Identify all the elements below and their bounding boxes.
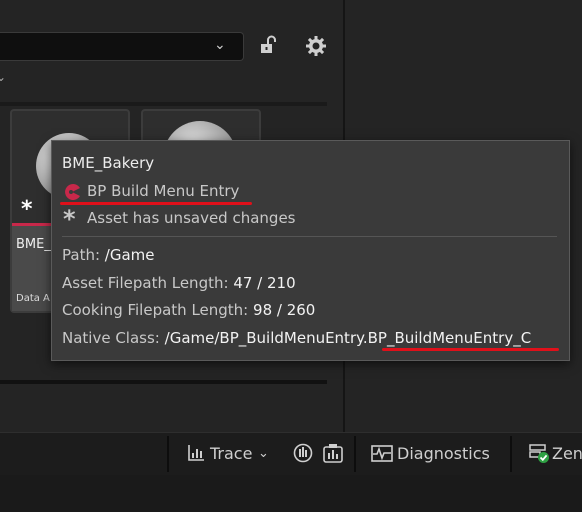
tooltip-asset-length-row: Asset Filepath Length: 47 / 210: [62, 274, 296, 292]
trace-button[interactable]: Trace: [210, 444, 252, 463]
collapse-arrow-icon[interactable]: ⌄: [0, 70, 6, 84]
zen-server-icon[interactable]: [528, 442, 550, 464]
tooltip-unsaved-text: Asset has unsaved changes: [87, 209, 296, 227]
screenshot-icon[interactable]: [322, 442, 344, 464]
diagnostics-button[interactable]: Diagnostics: [397, 444, 490, 463]
lock-open-icon[interactable]: [258, 35, 278, 55]
trace-icon[interactable]: [187, 444, 205, 462]
tooltip-cooking-length-row: Cooking Filepath Length: 98 / 260: [62, 301, 315, 319]
cooking-length-label: Cooking Filepath Length:: [62, 301, 249, 319]
cooking-length-value: 98 / 260: [253, 301, 316, 319]
asset-length-label: Asset Filepath Length:: [62, 274, 229, 292]
insights-icon[interactable]: [293, 443, 313, 463]
native-class-label: Native Class:: [62, 329, 160, 347]
tooltip-title: BME_Bakery: [62, 154, 155, 172]
highlight-underline: [382, 348, 559, 351]
status-separator: [354, 436, 356, 472]
asset-length-value: 47 / 210: [233, 274, 296, 292]
unsaved-star-icon: *: [63, 205, 76, 233]
chevron-down-icon[interactable]: ⌄: [258, 446, 269, 461]
unsaved-marker: *: [21, 197, 33, 222]
status-bar: [0, 432, 582, 476]
blueprint-pie-icon: [65, 184, 80, 200]
bottom-strip: [0, 475, 582, 512]
toolbar-separator: [0, 102, 327, 106]
status-separator: [167, 436, 169, 472]
horizontal-scrollbar[interactable]: [0, 380, 327, 384]
path-label: Path:: [62, 246, 101, 264]
asset-tooltip: BME_Bakery BP Build Menu Entry * Asset h…: [51, 140, 570, 361]
native-class-value: /Game/BP_BuildMenuEntry.BP_BuildMenuEntr…: [164, 329, 532, 347]
asset-type: Data A: [16, 293, 50, 304]
path-value: /Game: [104, 246, 155, 264]
asset-name: BME_: [16, 237, 51, 252]
tooltip-path-row: Path: /Game: [62, 246, 155, 264]
status-separator: [510, 436, 512, 472]
gear-icon[interactable]: [305, 35, 327, 57]
highlight-underline: [60, 202, 252, 205]
tooltip-class-name: BP Build Menu Entry: [87, 182, 240, 200]
zen-button[interactable]: Zen: [552, 444, 582, 463]
tooltip-native-class-row: Native Class: /Game/BP_BuildMenuEntry.BP…: [62, 329, 531, 347]
diagnostics-icon[interactable]: [371, 445, 393, 462]
tooltip-divider: [62, 236, 557, 237]
filter-dropdown[interactable]: [0, 32, 244, 61]
chevron-down-icon[interactable]: ⌄: [214, 37, 226, 53]
